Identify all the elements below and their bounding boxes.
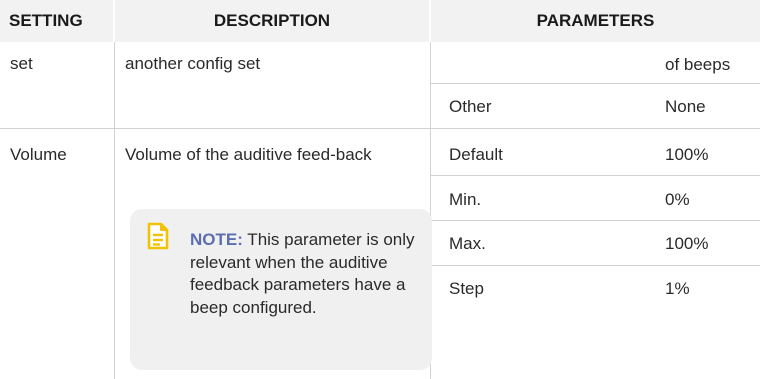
row2-param1-value: 100% <box>665 145 709 164</box>
note-text: NOTE: This parameter is only relevant wh… <box>190 229 415 319</box>
note-label: NOTE: <box>190 230 243 249</box>
row2-param4-name: Step <box>449 279 484 298</box>
row1-description: another config set <box>125 54 261 73</box>
header-description: DESCRIPTION <box>213 11 331 30</box>
row2-description: Volume of the auditive feed-back <box>125 145 372 164</box>
row2-param2-value: 0% <box>665 190 690 209</box>
param-divider-r2-a <box>431 175 760 176</box>
row1-setting: set <box>10 54 33 73</box>
header-setting: SETTING <box>9 11 83 30</box>
header-parameters: PARAMETERS <box>536 11 655 30</box>
row1-param2-value: None <box>665 97 706 116</box>
row2-param3-value: 100% <box>665 234 709 253</box>
row2-setting: Volume <box>10 145 67 164</box>
note-icon <box>147 222 169 250</box>
row-divider <box>0 128 760 129</box>
param-divider-r2-b <box>431 220 760 221</box>
row2-param2-name: Min. <box>449 190 482 209</box>
row1-param2-name: Other <box>449 97 492 116</box>
param-divider-r2-c <box>431 265 760 266</box>
column-divider-1 <box>114 42 115 379</box>
row2-param4-value: 1% <box>665 279 690 298</box>
row2-param3-name: Max. <box>449 234 486 253</box>
row1-param1-value: of beeps <box>665 55 731 74</box>
row2-param1-name: Default <box>449 145 503 164</box>
param-divider-r1-a <box>431 83 760 84</box>
